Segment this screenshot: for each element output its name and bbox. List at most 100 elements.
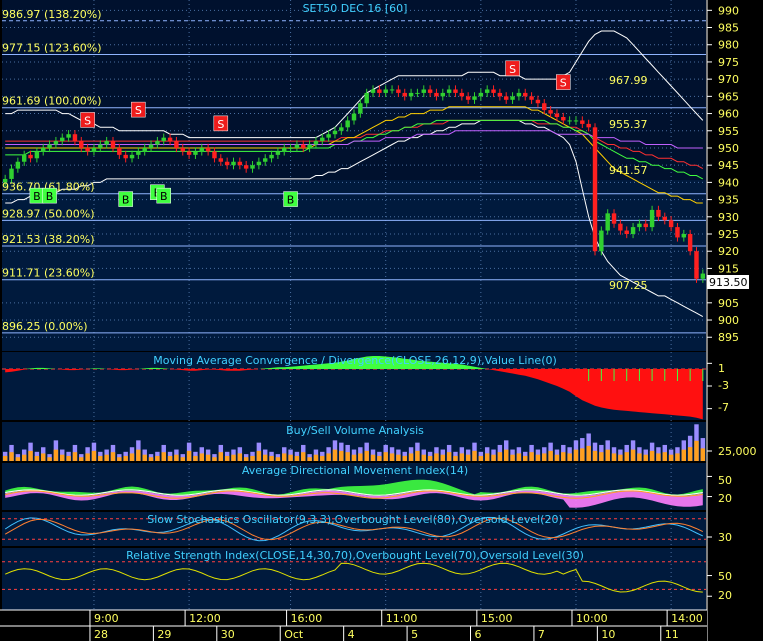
volume-bar-sell bbox=[687, 447, 693, 461]
time-axis-date-label: 30 bbox=[221, 628, 235, 641]
candle-body bbox=[66, 134, 71, 138]
volume-bar-sell bbox=[389, 453, 395, 461]
price-axis-label: 925 bbox=[718, 228, 739, 241]
candle-body bbox=[402, 92, 407, 97]
candle-body bbox=[301, 144, 306, 148]
volume-panel-title: Buy/Sell Volume Analysis bbox=[286, 424, 424, 437]
macd-panel-title: Moving Average Convergence / Divergence(… bbox=[153, 354, 557, 367]
candle-body bbox=[288, 147, 293, 149]
price-axis-label: 930 bbox=[718, 211, 739, 224]
candle-body bbox=[510, 96, 515, 100]
candle-body bbox=[554, 113, 560, 117]
candle-body bbox=[700, 273, 706, 279]
candle-body bbox=[351, 113, 357, 121]
time-axis-hour-label: 11:00 bbox=[386, 612, 418, 625]
price-axis-label: 970 bbox=[718, 73, 739, 86]
sell-signal-label: S bbox=[509, 63, 516, 76]
price-axis-label: 945 bbox=[718, 159, 739, 172]
current-price-label: 913.50 bbox=[709, 276, 748, 289]
volume-bar-sell bbox=[123, 455, 128, 461]
volume-bar-sell bbox=[656, 453, 661, 461]
candle-body bbox=[262, 158, 268, 162]
volume-bar-sell bbox=[313, 454, 319, 461]
volume-bar-sell bbox=[370, 454, 376, 461]
candle-body bbox=[256, 161, 262, 166]
volume-bar-sell bbox=[47, 457, 52, 461]
volume-bar-sell bbox=[142, 454, 147, 461]
volume-bar-sell bbox=[161, 452, 166, 461]
volume-bar-sell bbox=[320, 455, 325, 461]
volume-bar-sell bbox=[269, 455, 274, 461]
volume-bar-sell bbox=[491, 454, 496, 461]
candle-body bbox=[472, 96, 477, 100]
fib-level-label: 928.97 (50.00%) bbox=[2, 207, 95, 220]
candle-body bbox=[237, 161, 243, 166]
volume-bar-sell bbox=[326, 453, 331, 461]
macd-tick-minus3: -3 bbox=[718, 379, 729, 392]
price-axis-label: 965 bbox=[718, 90, 739, 103]
candle-body bbox=[15, 161, 21, 169]
volume-bar-sell bbox=[167, 455, 173, 461]
fib-level-label: 977.15 (123.60%) bbox=[2, 42, 102, 55]
candle-body bbox=[649, 209, 655, 228]
candle-body bbox=[72, 134, 78, 142]
volume-bar-sell bbox=[129, 453, 135, 461]
volume-bar-sell bbox=[415, 450, 420, 461]
rsi-panel-title: Relative Strength Index(CLOSE,14,30,70),… bbox=[126, 549, 584, 562]
candle-body bbox=[47, 144, 52, 148]
volume-bar-sell bbox=[180, 457, 185, 461]
volume-bar-sell bbox=[231, 454, 236, 461]
volume-bar-sell bbox=[282, 453, 287, 461]
volume-bar-sell bbox=[580, 448, 585, 461]
volume-bar-sell bbox=[79, 457, 84, 461]
volume-bar-sell bbox=[91, 450, 97, 461]
background-layer bbox=[0, 0, 708, 641]
time-axis-date-label: 11 bbox=[665, 628, 679, 641]
volume-bar-sell bbox=[611, 453, 617, 461]
candle-body bbox=[611, 213, 617, 224]
volume-bar-sell bbox=[21, 454, 27, 461]
price-annotation-941: 941.57 bbox=[609, 164, 648, 177]
candle-body bbox=[155, 141, 160, 145]
candle-body bbox=[637, 223, 642, 228]
volume-bar-sell bbox=[484, 453, 490, 461]
candle-body bbox=[180, 147, 185, 152]
volume-bar-sell bbox=[148, 457, 154, 461]
fib-level-label: 911.71 (23.60%) bbox=[2, 267, 95, 280]
time-axis-hour-label: 10:00 bbox=[576, 612, 608, 625]
candle-body bbox=[580, 120, 585, 124]
candle-body bbox=[104, 141, 109, 145]
buy-signal-label: B bbox=[46, 190, 54, 203]
volume-bar-sell bbox=[262, 454, 268, 461]
candle-body bbox=[389, 89, 395, 91]
candle-body bbox=[294, 144, 300, 148]
volume-bar-sell bbox=[472, 450, 477, 461]
candle-body bbox=[427, 89, 433, 93]
candle-body bbox=[599, 230, 604, 252]
candle-body bbox=[675, 227, 680, 238]
candle-body bbox=[592, 127, 598, 252]
sell-signal-label: S bbox=[560, 77, 567, 90]
candle-body bbox=[34, 151, 40, 159]
fib-level-label: 896.25 (0.00%) bbox=[2, 320, 88, 333]
price-axis-label: 955 bbox=[718, 125, 739, 138]
volume-bar-sell bbox=[630, 449, 636, 461]
volume-bar-sell bbox=[503, 449, 509, 461]
candle-body bbox=[79, 141, 84, 148]
volume-bar-sell bbox=[662, 452, 667, 461]
volume-bar-sell bbox=[510, 454, 515, 461]
candle-body bbox=[491, 89, 496, 93]
rsi-tick-50: 50 bbox=[718, 570, 732, 583]
candle-body bbox=[41, 147, 46, 152]
candle-body bbox=[250, 165, 255, 169]
volume-bar-sell bbox=[85, 453, 90, 461]
price-axis-label: 990 bbox=[718, 4, 739, 17]
candle-body bbox=[148, 144, 154, 148]
time-axis-date-label: 7 bbox=[538, 628, 545, 641]
candle-body bbox=[326, 134, 331, 138]
time-axis-date-label: 29 bbox=[157, 628, 171, 641]
volume-bar-sell bbox=[243, 457, 249, 461]
candle-body bbox=[129, 154, 135, 159]
candle-body bbox=[687, 234, 693, 252]
price-axis-label: 975 bbox=[718, 56, 739, 69]
